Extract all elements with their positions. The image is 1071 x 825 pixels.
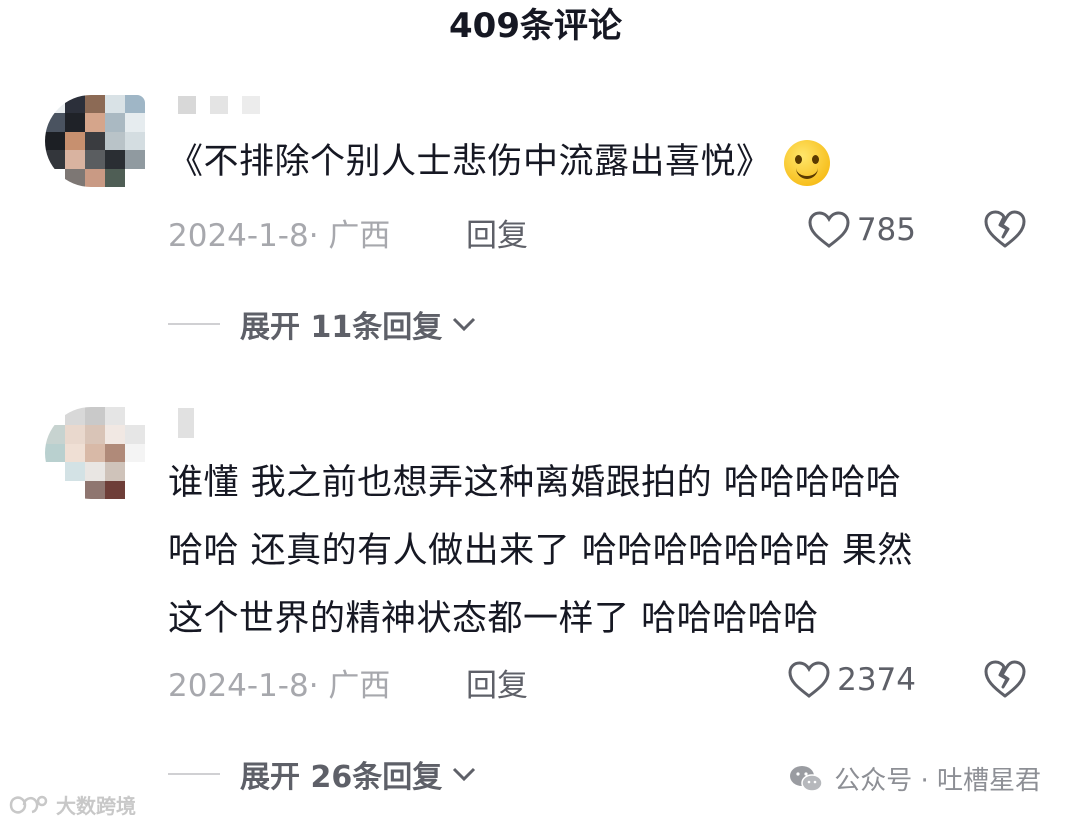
chevron-down-icon xyxy=(453,767,476,782)
broken-heart-icon xyxy=(984,210,1026,248)
watermark-right-text: 公众号 · 吐槽星君 xyxy=(834,766,1041,796)
reply-button[interactable]: 回复 xyxy=(466,210,528,255)
comment-text-line: 谁懂 我之前也想弄这种离婚跟拍的 哈哈哈哈哈 xyxy=(168,463,902,503)
comment-text-line: 哈哈 还真的有人做出来了 哈哈哈哈哈哈哈 果然 xyxy=(168,531,913,571)
comment-text-line: 《不排除个别人士悲伤中流露出喜悦》 xyxy=(168,142,772,182)
reply-button[interactable]: 回复 xyxy=(466,660,528,705)
expand-replies-label: 展开 11条回复 xyxy=(240,310,443,345)
divider-line xyxy=(168,773,220,775)
watermark-left: 大数跨境 xyxy=(8,790,136,819)
dislike-button[interactable] xyxy=(982,658,1028,708)
username-blurred[interactable] xyxy=(178,96,260,114)
broken-heart-icon xyxy=(984,660,1026,698)
watermark-left-text: 大数跨境 xyxy=(56,794,136,818)
divider-line xyxy=(168,323,220,325)
chevron-down-icon xyxy=(453,317,476,332)
heart-icon xyxy=(788,661,830,698)
avatar[interactable] xyxy=(45,95,145,187)
smile-emoji-icon xyxy=(783,140,830,186)
dislike-button[interactable] xyxy=(982,208,1028,258)
expand-replies-label: 展开 26条回复 xyxy=(240,760,443,795)
avatar[interactable] xyxy=(45,407,145,499)
wechat-icon xyxy=(790,765,823,792)
watermark-right: 公众号 · 吐槽星君 xyxy=(788,760,1041,797)
comment-date-location: 2024-1-8· 广西 xyxy=(168,218,391,254)
comments-count-title: 409条评论 xyxy=(449,6,622,46)
like-button[interactable]: 2374 xyxy=(787,660,916,700)
comment-text: 谁懂 我之前也想弄这种离婚跟拍的 哈哈哈哈哈 哈哈 还真的有人做出来了 哈哈哈哈… xyxy=(168,449,1028,653)
comment-text-line: 这个世界的精神状态都一样了 哈哈哈哈哈 xyxy=(168,599,819,639)
like-count: 785 xyxy=(856,212,916,248)
expand-replies-button[interactable]: 展开 26条回复 xyxy=(168,752,478,796)
username-blurred[interactable] xyxy=(178,408,194,438)
comment-text: 《不排除个别人士悲伤中流露出喜悦》 xyxy=(168,128,1028,196)
like-count: 2374 xyxy=(837,662,916,698)
comment-meta: 2024-1-8· 广西 回复 785 xyxy=(168,210,1028,254)
logo-icon xyxy=(9,795,48,814)
expand-replies-button[interactable]: 展开 11条回复 xyxy=(168,302,478,346)
comment-date-location: 2024-1-8· 广西 xyxy=(168,668,391,704)
like-button[interactable]: 785 xyxy=(807,210,916,250)
comment-meta: 2024-1-8· 广西 回复 2374 xyxy=(168,660,1028,704)
heart-icon xyxy=(808,211,850,248)
